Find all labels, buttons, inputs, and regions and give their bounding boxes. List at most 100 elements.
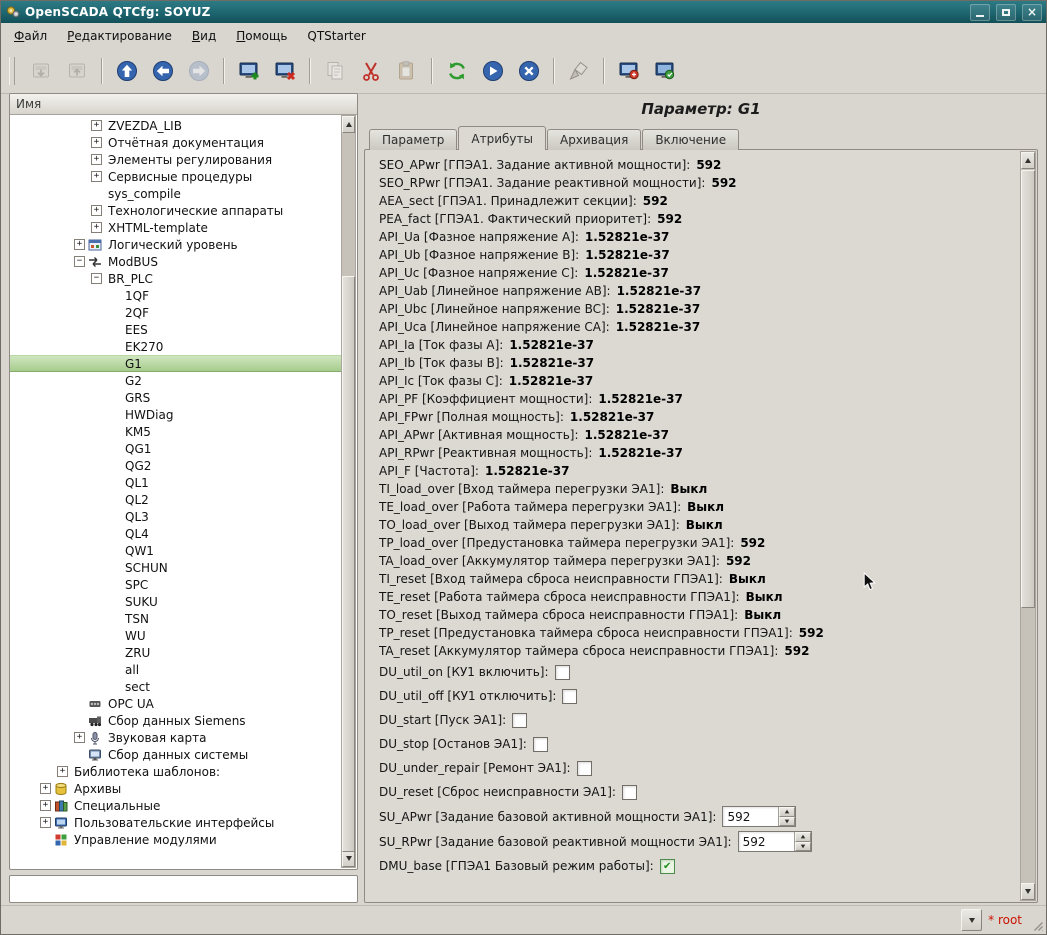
attr-checkbox-DU_util_on[interactable] [554,664,570,680]
attr-scroll-up-button[interactable] [1021,152,1035,169]
refresh-button[interactable] [439,53,475,89]
tree-item-GRS[interactable]: GRS [10,389,341,406]
tree-item-sect[interactable]: sect [10,678,341,695]
add-item-button[interactable] [231,53,267,89]
tree-expander-plus[interactable]: + [40,783,51,794]
tab-attributes[interactable]: Атрибуты [458,126,546,150]
attr-spinbox-SU_RPwr[interactable]: 592 [737,831,812,852]
save-to-db-button[interactable] [59,53,95,89]
resize-grip[interactable] [1031,919,1044,932]
tree-scroll-down-button[interactable] [342,850,355,867]
menu-qtstarter[interactable]: QTStarter [297,24,375,48]
tree-item-system-daq[interactable]: Сбор данных системы [10,746,341,763]
tree-item-KM5[interactable]: KM5 [10,423,341,440]
back-button[interactable] [145,53,181,89]
tree-item-all[interactable]: all [10,661,341,678]
menu-file[interactable]: Файл [4,24,57,48]
tree-item-QG1[interactable]: QG1 [10,440,341,457]
tree-item-QL3[interactable]: QL3 [10,508,341,525]
spin-up-button[interactable] [794,832,811,842]
tree-item-sound-card[interactable]: + Звуковая карта [10,729,341,746]
tree-expander-minus[interactable]: − [74,256,85,267]
attr-scroll-track[interactable] [1021,169,1035,883]
tree-scroll-track[interactable] [342,133,355,852]
tree-item-TSN[interactable]: TSN [10,610,341,627]
tree-expander-minus[interactable]: − [91,273,102,284]
tree-item-modules-management[interactable]: Управление модулями [10,831,341,848]
tree-item-user-interfaces[interactable]: + Пользовательские интерфейсы [10,814,341,831]
tree-item-QL4[interactable]: QL4 [10,525,341,542]
tree-expander-plus[interactable]: + [91,205,102,216]
tree-expander-plus[interactable]: + [91,120,102,131]
tree-item-SUKU[interactable]: SUKU [10,593,341,610]
load-from-db-button[interactable] [23,53,59,89]
tree-expander-plus[interactable]: + [57,766,68,777]
tree-item-ModBUS[interactable]: − ModBUS [10,253,341,270]
tree-item-WU[interactable]: WU [10,627,341,644]
delete-item-button[interactable] [267,53,303,89]
tree-item-XHTML-template[interactable]: + XHTML-template [10,219,341,236]
user-combobox[interactable] [961,909,983,931]
tree-filter-input[interactable] [9,875,358,903]
tree-expander-plus[interactable]: + [40,800,51,811]
tree-item-regulation-elements[interactable]: + Элементы регулирования [10,151,341,168]
tree-item-QG2[interactable]: QG2 [10,457,341,474]
tree-item-sys_compile[interactable]: sys_compile [10,185,341,202]
up-level-button[interactable] [109,53,145,89]
tree-item-HWDiag[interactable]: HWDiag [10,406,341,423]
tree-item-tech-devices[interactable]: + Технологические аппараты [10,202,341,219]
menu-view[interactable]: Вид [182,24,226,48]
tree-expander-plus[interactable]: + [74,239,85,250]
attr-checkbox-DU_util_off[interactable] [562,688,578,704]
tree-column-header[interactable]: Имя [10,94,357,115]
tree-item-QW1[interactable]: QW1 [10,542,341,559]
tree-item-EES[interactable]: EES [10,321,341,338]
titlebar[interactable]: OpenSCADA QTCfg: SOYUZ × [1,1,1046,23]
start-updating-button[interactable] [475,53,511,89]
tree-expander-plus[interactable]: + [91,222,102,233]
tree-item-2QF[interactable]: 2QF [10,304,341,321]
menu-help[interactable]: Помощь [226,24,297,48]
clear-changes-button[interactable] [561,53,597,89]
minimize-button[interactable] [970,3,990,21]
tree-item-SPC[interactable]: SPC [10,576,341,593]
spin-down-button[interactable] [794,841,811,851]
attr-checkbox-DU_reset[interactable] [621,784,637,800]
tree-item-SCHUN[interactable]: SCHUN [10,559,341,576]
paste-item-button[interactable] [389,53,425,89]
tree-item-EK270[interactable]: EK270 [10,338,341,355]
cut-item-button[interactable] [353,53,389,89]
forward-button[interactable] [181,53,217,89]
attr-checkbox-DMU_base[interactable]: ✔ [659,858,675,874]
spin-up-button[interactable] [779,807,796,817]
spin-down-button[interactable] [779,816,796,826]
tree-item-BR_PLC[interactable]: − BR_PLC [10,270,341,287]
tree-scroll-up-button[interactable] [342,116,355,133]
tree-item-template-libs[interactable]: + Библиотека шаблонов: [10,763,341,780]
tree-item-service-procedures[interactable]: + Сервисные процедуры [10,168,341,185]
tree-expander-plus[interactable]: + [40,817,51,828]
vision-window-button[interactable] [647,53,683,89]
close-button[interactable]: × [1022,3,1042,21]
tree-expander-plus[interactable]: + [91,171,102,182]
menu-edit[interactable]: Редактирование [57,24,182,48]
tree-expander-plus[interactable]: + [91,137,102,148]
attr-checkbox-DU_under_repair[interactable] [576,760,592,776]
copy-item-button[interactable] [317,53,353,89]
tree-item-archives[interactable]: + Архивы [10,780,341,797]
tree-item-siemens-daq[interactable]: Сбор данных Siemens [10,712,341,729]
tree-item-1QF[interactable]: 1QF [10,287,341,304]
tree-expander-plus[interactable]: + [74,732,85,743]
tree-item-special[interactable]: + Специальные [10,797,341,814]
tree-item-ZVEZDA_LIB[interactable]: + ZVEZDA_LIB [10,117,341,134]
qtcfg-window-button[interactable] [611,53,647,89]
tab-enable[interactable]: Включение [642,129,740,150]
attr-scroll-down-button[interactable] [1021,883,1035,900]
attr-scroll-thumb[interactable] [1021,170,1035,608]
stop-updating-button[interactable] [511,53,547,89]
tree-item-report-docs[interactable]: + Отчётная документация [10,134,341,151]
tree-item-QL2[interactable]: QL2 [10,491,341,508]
tree-expander-plus[interactable]: + [91,154,102,165]
attr-checkbox-DU_start[interactable] [512,712,528,728]
spinbox-value[interactable]: 592 [739,832,794,851]
